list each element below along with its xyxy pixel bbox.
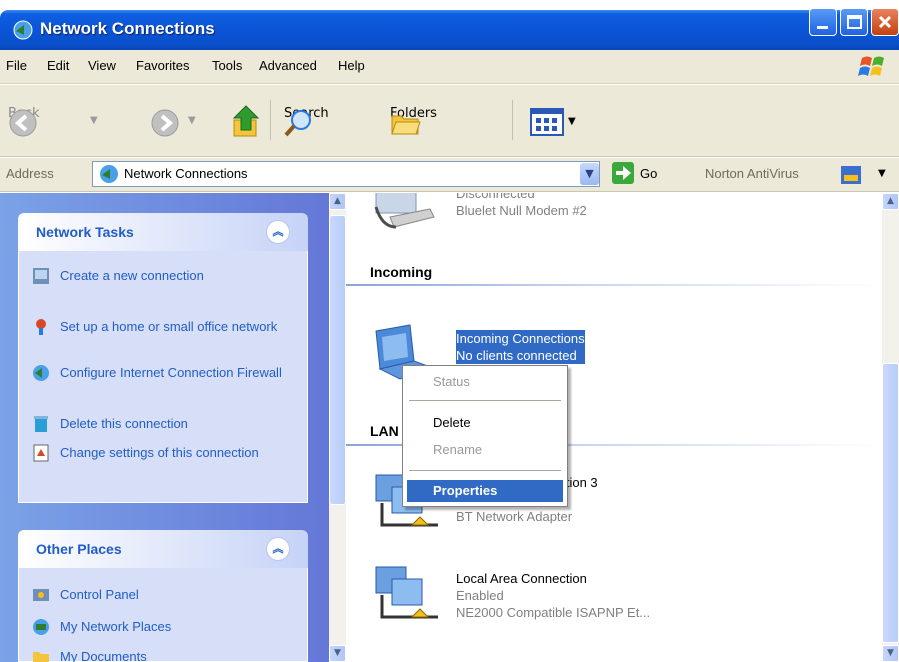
control-panel-icon (33, 589, 49, 601)
place-label: My Documents (60, 649, 147, 662)
firewall-icon (33, 365, 49, 381)
incoming-connection-text[interactable]: Incoming Connections No clients connecte… (456, 330, 585, 364)
minimize-button[interactable] (809, 8, 837, 36)
settings-icon (33, 444, 49, 462)
back-arrow-icon (9, 109, 37, 137)
folders-icon (391, 115, 421, 135)
window-title: Network Connections (40, 19, 215, 38)
top-strip (0, 0, 899, 10)
views-button[interactable]: ▼ (530, 108, 584, 138)
menu-advanced[interactable]: Advanced (259, 58, 317, 73)
minimize-icon (817, 26, 828, 29)
task-label: Change settings of this connection (60, 445, 259, 460)
modem-device: Bluelet Null Modem #2 (456, 203, 587, 218)
menu-separator (409, 470, 561, 471)
back-dropdown-icon: ▼ (90, 115, 98, 126)
go-arrow-icon (616, 166, 631, 180)
collapse-chevron-icon[interactable]: ︽ (266, 537, 290, 561)
scroll-down-button[interactable]: ▼ (329, 645, 346, 662)
network-tasks-header[interactable]: Network Tasks ︽ (18, 213, 308, 251)
menu-file[interactable]: File (6, 58, 27, 73)
folders-button[interactable]: Folders (390, 106, 502, 140)
home-network-icon (36, 319, 46, 335)
address-dropdown-button[interactable]: ▼ (580, 163, 599, 185)
up-folder-icon[interactable] (232, 104, 262, 138)
views-dropdown-icon: ▼ (568, 116, 576, 127)
scroll-up-button[interactable]: ▲ (882, 193, 899, 210)
back-button[interactable]: Back ▼ (8, 106, 148, 140)
menu-view[interactable]: View (88, 58, 116, 73)
task-label: Configure Internet Connection Firewall (60, 365, 282, 380)
menu-tools[interactable]: Tools (212, 58, 242, 73)
tasks-scrollbar[interactable]: ▲ ▼ (329, 193, 346, 662)
go-label[interactable]: Go (640, 166, 657, 181)
toolbar-separator (512, 100, 513, 140)
address-label: Address (6, 166, 54, 181)
search-button[interactable]: Search (284, 106, 386, 140)
go-button[interactable] (612, 162, 634, 184)
norton-dropdown-icon[interactable]: ▼ (878, 168, 886, 179)
scroll-thumb[interactable] (329, 215, 346, 505)
address-value: Network Connections (124, 166, 248, 181)
lan-connection-icon[interactable] (372, 565, 440, 627)
network-tasks-title: Network Tasks (36, 224, 134, 240)
other-places-title: Other Places (36, 541, 122, 557)
modem-connection-icon[interactable] (370, 193, 440, 235)
menu-favorites[interactable]: Favorites (136, 58, 189, 73)
address-network-icon (100, 165, 118, 183)
network-connections-icon (13, 20, 33, 40)
incoming-name: Incoming Connections (456, 331, 585, 346)
modem-connection-text: Disconnected Bluelet Null Modem #2 (456, 193, 587, 219)
lan-device: NE2000 Compatible ISAPNP Et... (456, 605, 651, 620)
other-places-header[interactable]: Other Places ︽ (18, 530, 308, 568)
lan-connection-text[interactable]: Local Area Connection Enabled NE2000 Com… (456, 570, 650, 621)
forward-arrow-icon (151, 109, 179, 137)
forward-dropdown-icon: ▼ (188, 115, 196, 126)
task-label: Create a new connection (60, 268, 204, 283)
connections-scrollbar[interactable]: ▲ ▼ (882, 193, 899, 662)
scroll-down-button[interactable]: ▼ (882, 645, 899, 662)
norton-icon[interactable] (840, 165, 862, 185)
incoming-group-header: Incoming (370, 264, 433, 280)
collapse-chevron-icon[interactable]: ︽ (266, 220, 290, 244)
norton-antivirus-label[interactable]: Norton AntiVirus (705, 166, 799, 181)
menu-item-properties[interactable]: Properties (407, 480, 563, 502)
close-icon (878, 15, 892, 29)
menu-bar: File Edit View Favorites Tools Advanced … (0, 50, 899, 84)
menu-edit[interactable]: Edit (47, 58, 69, 73)
place-label: Control Panel (60, 587, 139, 602)
lan-status: Enabled (456, 588, 504, 603)
place-label: My Network Places (60, 619, 172, 634)
menu-item-status[interactable]: Status (407, 371, 563, 393)
windows-logo-icon (858, 56, 884, 76)
scroll-up-button[interactable]: ▲ (329, 193, 346, 210)
documents-icon (33, 652, 49, 662)
group-divider (346, 284, 882, 286)
menu-item-rename[interactable]: Rename (407, 439, 563, 461)
menu-separator (409, 400, 561, 401)
forward-button[interactable]: ▼ (150, 106, 210, 140)
maximize-icon (847, 15, 862, 29)
scroll-thumb[interactable] (882, 363, 899, 643)
lan-name: Local Area Connection (456, 571, 587, 586)
search-icon (284, 110, 311, 137)
new-connection-icon (33, 268, 49, 284)
modem-status: Disconnected (456, 193, 535, 201)
context-menu: Status Delete Rename Properties (402, 365, 568, 507)
toolbar-separator (270, 100, 271, 140)
menu-item-delete[interactable]: Delete (407, 412, 563, 434)
lan3-device: BT Network Adapter (456, 509, 573, 524)
task-label: Delete this connection (60, 416, 188, 431)
task-label: Set up a home or small office network (60, 319, 278, 334)
chevron-down-icon: ▼ (585, 167, 594, 180)
title-bar: Network Connections (0, 10, 899, 50)
maximize-button[interactable] (840, 8, 868, 36)
menu-help[interactable]: Help (338, 58, 365, 73)
network-places-icon (33, 619, 49, 635)
delete-connection-icon (34, 416, 48, 432)
incoming-status: No clients connected (456, 348, 577, 363)
views-icon (530, 108, 564, 136)
close-button[interactable] (871, 8, 899, 36)
